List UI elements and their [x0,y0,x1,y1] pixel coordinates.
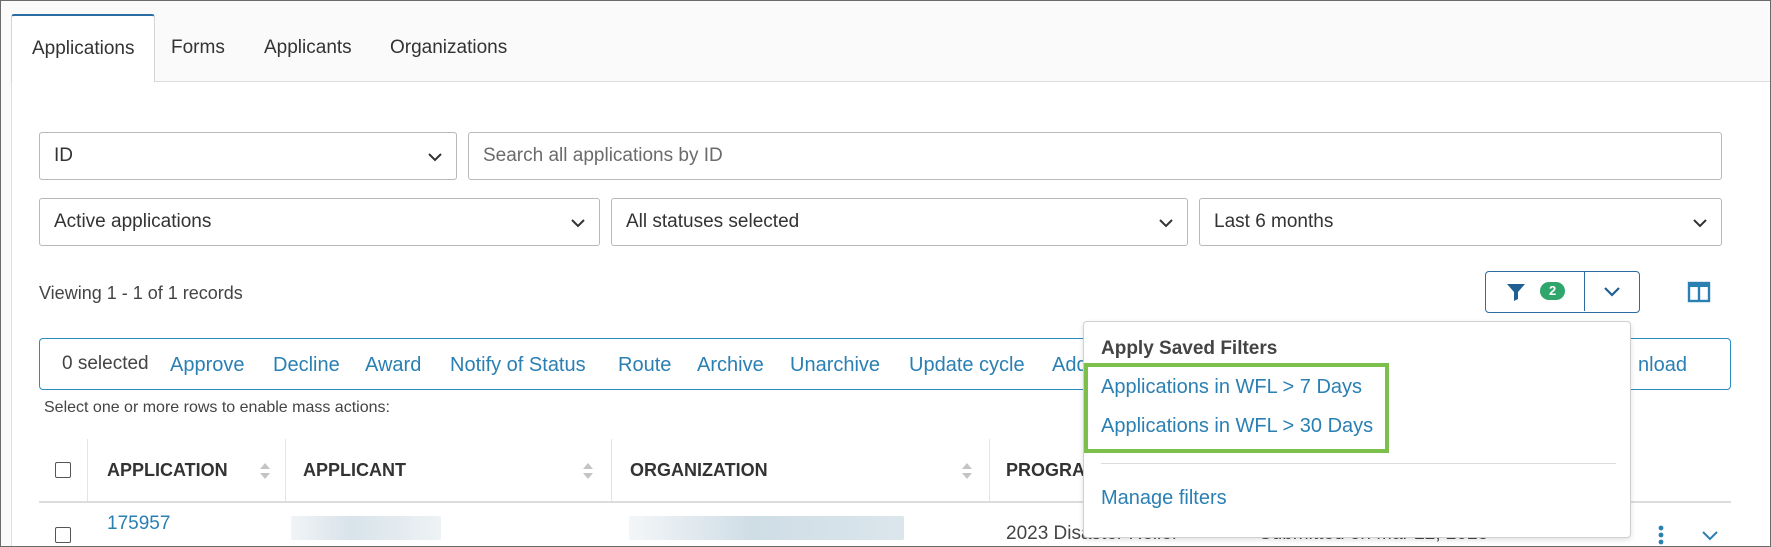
column-divider [285,439,286,501]
column-header-organization[interactable]: ORGANIZATION [630,439,768,501]
filter-menu-toggle[interactable] [1585,272,1639,311]
manage-filters-link[interactable]: Manage filters [1101,487,1227,510]
tab-applicants[interactable]: Applicants [244,15,372,81]
kebab-menu-icon[interactable] [1658,525,1664,545]
saved-filters-menu: Apply Saved Filters Applications in WFL … [1083,321,1631,538]
chevron-down-icon [571,219,585,228]
redacted-applicant [291,516,441,540]
award-action[interactable]: Award [365,354,421,377]
records-count: Viewing 1 - 1 of 1 records [39,283,243,303]
status-select[interactable]: All statuses selected [611,198,1188,246]
tab-organizations[interactable]: Organizations [370,15,527,81]
period-select[interactable]: Last 6 months [1199,198,1722,246]
chevron-down-icon [1159,219,1173,228]
tab-forms[interactable]: Forms [151,15,245,81]
row-checkbox[interactable] [55,527,71,543]
selected-count: 0 selected [62,353,149,374]
apply-filter-button[interactable]: 2 [1486,272,1584,311]
application-id-link[interactable]: 175957 [107,513,170,535]
column-divider [989,439,990,501]
search-input-placeholder: Search all applications by ID [483,145,723,166]
column-header-applicant[interactable]: APPLICANT [303,439,406,501]
chevron-down-icon [428,153,442,162]
saved-filter-wfl-30-days[interactable]: Applications in WFL > 30 Days [1101,415,1373,438]
period-select-value: Last 6 months [1214,211,1334,232]
search-input[interactable]: Search all applications by ID [468,132,1722,180]
redacted-organization [629,516,904,540]
column-header-application[interactable]: APPLICATION [107,439,228,501]
filter-count-badge: 2 [1540,282,1566,300]
saved-filter-wfl-7-days[interactable]: Applications in WFL > 7 Days [1101,376,1362,399]
app-frame: Applications Forms Applicants Organizati… [0,0,1771,547]
column-divider [87,439,88,501]
column-divider [611,439,612,501]
notify-of-status-action[interactable]: Notify of Status [450,354,586,377]
columns-icon[interactable] [1687,281,1711,303]
scope-select-value: Active applications [54,211,212,232]
download-action[interactable]: nload [1638,354,1687,377]
chevron-down-icon [1693,219,1707,228]
approve-action[interactable]: Approve [170,354,245,377]
archive-action[interactable]: Archive [697,354,764,377]
sort-icon[interactable] [259,461,271,481]
update-cycle-action[interactable]: Update cycle [909,354,1025,377]
search-field-select-value: ID [54,145,73,166]
sort-icon[interactable] [582,461,594,481]
chevron-down-icon [1604,287,1620,297]
menu-divider [1101,463,1616,464]
route-action[interactable]: Route [618,354,671,377]
select-all-checkbox[interactable] [55,462,71,478]
column-header-program[interactable]: PROGRA [1006,439,1085,501]
saved-filters-title: Apply Saved Filters [1101,338,1278,359]
scope-select[interactable]: Active applications [39,198,600,246]
decline-action[interactable]: Decline [273,354,340,377]
search-field-select[interactable]: ID [39,132,457,180]
mass-actions-hint: Select one or more rows to enable mass a… [44,399,390,416]
unarchive-action[interactable]: Unarchive [790,354,880,377]
saved-filters-button[interactable]: 2 [1485,271,1640,313]
status-select-value: All statuses selected [626,211,800,232]
tab-applications[interactable]: Applications [11,14,156,83]
sort-icon[interactable] [961,461,973,481]
tab-bar: Applications Forms Applicants Organizati… [11,14,1770,83]
funnel-icon [1507,284,1525,301]
expand-row-icon[interactable] [1701,529,1719,543]
